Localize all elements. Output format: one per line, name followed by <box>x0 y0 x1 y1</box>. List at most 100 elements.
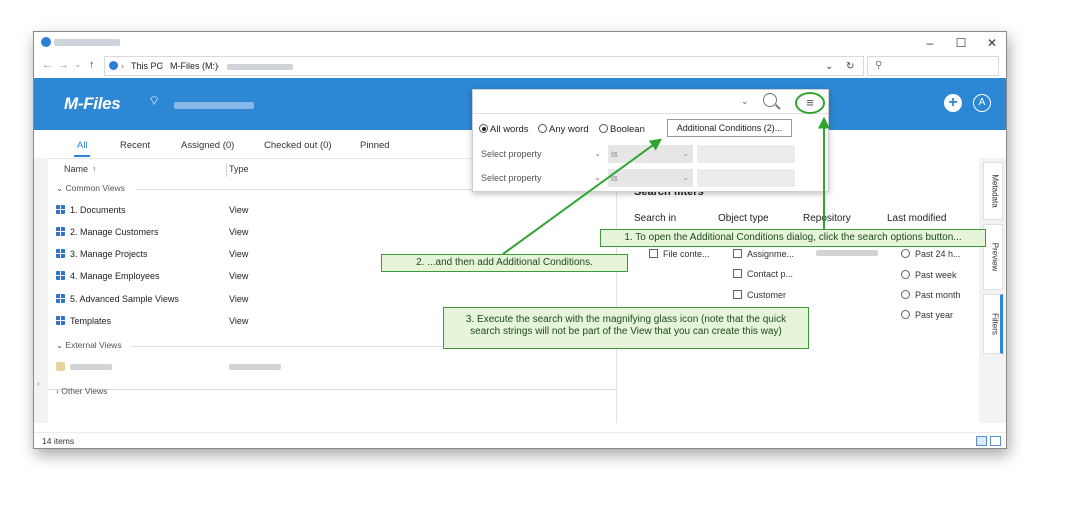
filter-label: File conte... <box>663 249 710 259</box>
filter-past-month[interactable]: Past month <box>901 290 961 300</box>
column-header-name[interactable]: Name <box>64 164 88 174</box>
recent-locations-icon[interactable]: ⌄ <box>74 59 82 70</box>
create-new-button[interactable]: + <box>944 94 962 112</box>
column-header-type[interactable]: Type <box>229 164 249 174</box>
large-icons-view-icon[interactable] <box>990 436 1001 446</box>
checkbox[interactable] <box>649 249 658 258</box>
tab-metadata[interactable]: Metadata <box>983 162 1003 220</box>
tab-filters[interactable]: Filters <box>983 294 1003 354</box>
list-item[interactable]: 5. Advanced Sample Views <box>70 294 179 304</box>
refresh-icon[interactable]: ↻ <box>846 61 854 72</box>
radio[interactable] <box>901 270 910 279</box>
tab-all[interactable]: All <box>77 140 88 151</box>
list-item[interactable]: 2. Manage Customers <box>70 227 159 237</box>
radio-label: Boolean <box>610 124 645 135</box>
radio[interactable] <box>538 124 547 133</box>
search-icon: ⚲ <box>875 60 883 71</box>
address-bar[interactable]: › This PC › M-Files (M:) › ⌄ ↻ <box>104 56 864 76</box>
chevron-down-icon: ⌄ <box>682 173 689 182</box>
filter-assignment[interactable]: Assignme... <box>733 249 794 259</box>
radio-boolean[interactable]: Boolean <box>599 124 645 135</box>
window-title-redacted <box>54 39 120 46</box>
filter-label: Past week <box>915 270 957 280</box>
condition-value-field[interactable] <box>697 145 795 163</box>
explorer-search-field[interactable]: ⚲ <box>867 56 999 76</box>
side-tabs: Metadata Preview Filters <box>979 158 1006 423</box>
property-select[interactable]: Select property ⌄ <box>477 144 605 164</box>
breadcrumb-m-files[interactable]: M-Files (M:) <box>170 61 218 71</box>
m-files-logo: M-Files <box>64 94 121 113</box>
breadcrumb-this-pc[interactable]: This PC <box>131 61 163 71</box>
condition-value-field[interactable] <box>697 169 795 187</box>
operator-select[interactable]: is ⌄ <box>608 145 693 163</box>
user-avatar-button[interactable]: A <box>973 94 991 112</box>
radio-selected[interactable] <box>479 124 488 133</box>
tab-preview[interactable]: Preview <box>983 224 1003 290</box>
location-icon <box>109 61 118 70</box>
filter-label: Past month <box>915 290 961 300</box>
tab-pinned[interactable]: Pinned <box>360 140 390 151</box>
filter-header-last-modified: Last modified <box>887 213 947 224</box>
close-button[interactable]: ✕ <box>976 32 1006 54</box>
repository-redacted[interactable] <box>816 250 878 256</box>
up-arrow-icon[interactable]: ↑ <box>89 59 95 71</box>
list-item-type: View <box>229 294 249 304</box>
search-options-button[interactable]: ≡ <box>795 92 825 114</box>
radio[interactable] <box>901 290 910 299</box>
list-item[interactable]: 1. Documents <box>70 205 126 215</box>
magnifying-glass-icon[interactable] <box>763 93 777 107</box>
callout-step-3-line-1: 3. Execute the search with the magnifyin… <box>465 314 787 325</box>
chevron-down-icon: ⌄ <box>56 183 64 193</box>
operator-select[interactable]: is ⌄ <box>608 169 693 187</box>
group-common-views[interactable]: ⌄ Common Views <box>56 183 125 194</box>
additional-conditions-button[interactable]: Additional Conditions (2)... <box>667 119 792 137</box>
filter-past-year[interactable]: Past year <box>901 310 953 320</box>
callout-step-3-line-2: search strings will not be part of the V… <box>470 326 782 337</box>
filter-past-24h[interactable]: Past 24 h... <box>901 249 961 259</box>
filter-contact-person[interactable]: Contact p... <box>733 269 793 279</box>
filter-header-object-type: Object type <box>718 213 769 224</box>
radio[interactable] <box>901 249 910 258</box>
filter-file-contents[interactable]: File conte... <box>649 249 710 259</box>
tab-assigned[interactable]: Assigned (0) <box>181 140 234 151</box>
minimize-button[interactable]: – <box>914 32 946 54</box>
filter-customer[interactable]: Customer <box>733 290 786 300</box>
list-item[interactable]: Templates <box>70 316 111 326</box>
list-item[interactable]: 3. Manage Projects <box>70 249 148 259</box>
radio[interactable] <box>599 124 608 133</box>
navigation-collapse-strip[interactable]: › <box>34 158 48 423</box>
checkbox[interactable] <box>733 290 742 299</box>
property-select-value: Select property <box>481 149 542 159</box>
group-external-views[interactable]: ⌄ External Views <box>56 340 122 351</box>
sort-ascending-icon: ↑ <box>92 164 97 174</box>
radio-any-word[interactable]: Any word <box>538 124 589 135</box>
view-icon <box>56 316 65 325</box>
maximize-button[interactable]: ☐ <box>945 32 977 54</box>
tab-recent[interactable]: Recent <box>120 140 150 151</box>
property-select[interactable]: Select property ⌄ <box>477 168 605 188</box>
radio[interactable] <box>901 310 910 319</box>
address-dropdown-icon[interactable]: ⌄ <box>825 61 833 72</box>
search-input[interactable]: ⌄ ≡ <box>473 90 828 114</box>
property-select-value: Select property <box>481 173 542 183</box>
tab-label: Filters <box>990 313 1000 335</box>
checkbox[interactable] <box>733 249 742 258</box>
search-history-dropdown-icon[interactable]: ⌄ <box>741 96 749 107</box>
list-item[interactable]: 4. Manage Employees <box>70 271 160 281</box>
tab-checked-out[interactable]: Checked out (0) <box>264 140 332 151</box>
expand-arrow-icon[interactable]: › <box>37 379 40 388</box>
filter-header-repository: Repository <box>803 213 851 224</box>
forward-arrow-icon[interactable]: → <box>58 59 69 71</box>
back-arrow-icon[interactable]: ← <box>42 59 53 71</box>
group-other-views[interactable]: › Other Views <box>56 386 107 396</box>
external-view-redacted[interactable] <box>70 364 112 370</box>
column-separator[interactable] <box>226 163 227 177</box>
details-view-icon[interactable] <box>976 436 987 446</box>
checkbox[interactable] <box>733 269 742 278</box>
filter-past-week[interactable]: Past week <box>901 270 957 280</box>
list-item-type: View <box>229 271 249 281</box>
list-item-type: View <box>229 249 249 259</box>
group-label: Other Views <box>61 386 108 396</box>
radio-all-words[interactable]: All words <box>479 124 529 135</box>
views-list: Name ↑ Type ⌄ Common Views 1. Documents … <box>48 158 616 423</box>
